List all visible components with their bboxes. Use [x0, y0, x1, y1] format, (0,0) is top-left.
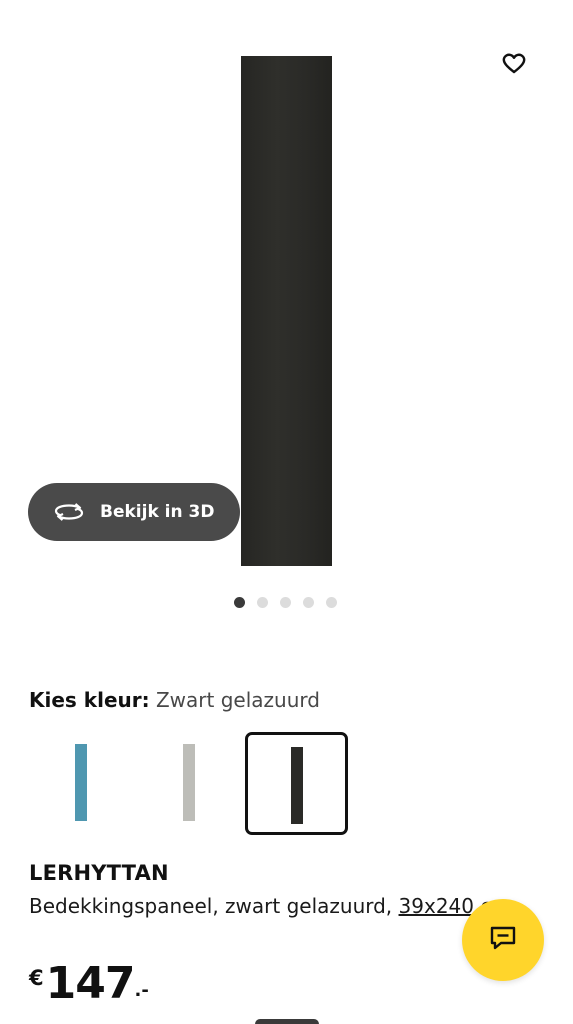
chat-button[interactable] — [462, 899, 544, 981]
swatch-preview — [74, 744, 87, 821]
rotate-3d-icon — [54, 502, 84, 522]
view-3d-button[interactable]: Bekijk in 3D — [28, 483, 240, 541]
product-price: € 147 .- — [29, 958, 149, 1009]
carousel-dot-3[interactable] — [280, 597, 291, 608]
swatch-preview — [290, 747, 303, 824]
favourite-button[interactable] — [498, 50, 530, 80]
colour-chooser: Kies kleur: Zwart gelazuurd — [29, 688, 320, 712]
selected-colour-name: Zwart gelazuurd — [155, 688, 320, 712]
image-carousel-dots — [234, 597, 337, 608]
price-integer: 147 — [45, 958, 136, 1009]
product-description-text: Bedekkingspaneel, zwart gelazuurd, — [29, 894, 393, 918]
price-currency: € — [29, 966, 44, 990]
product-image[interactable] — [241, 56, 332, 566]
carousel-dot-4[interactable] — [303, 597, 314, 608]
swatch-preview — [182, 744, 195, 821]
price-decimal: .- — [134, 980, 149, 1001]
view-3d-label: Bekijk in 3D — [100, 502, 215, 522]
colour-swatch-black[interactable] — [245, 732, 348, 835]
carousel-dot-2[interactable] — [257, 597, 268, 608]
carousel-dot-1[interactable] — [234, 597, 245, 608]
colour-swatch-blue[interactable] — [29, 732, 132, 835]
carousel-dot-5[interactable] — [326, 597, 337, 608]
heart-icon — [501, 51, 527, 80]
home-indicator — [255, 1019, 319, 1024]
colour-swatch-light-grey[interactable] — [137, 732, 240, 835]
product-name: LERHYTTAN — [29, 861, 169, 885]
colour-chooser-label: Kies kleur: — [29, 688, 150, 712]
chat-icon — [489, 925, 517, 956]
